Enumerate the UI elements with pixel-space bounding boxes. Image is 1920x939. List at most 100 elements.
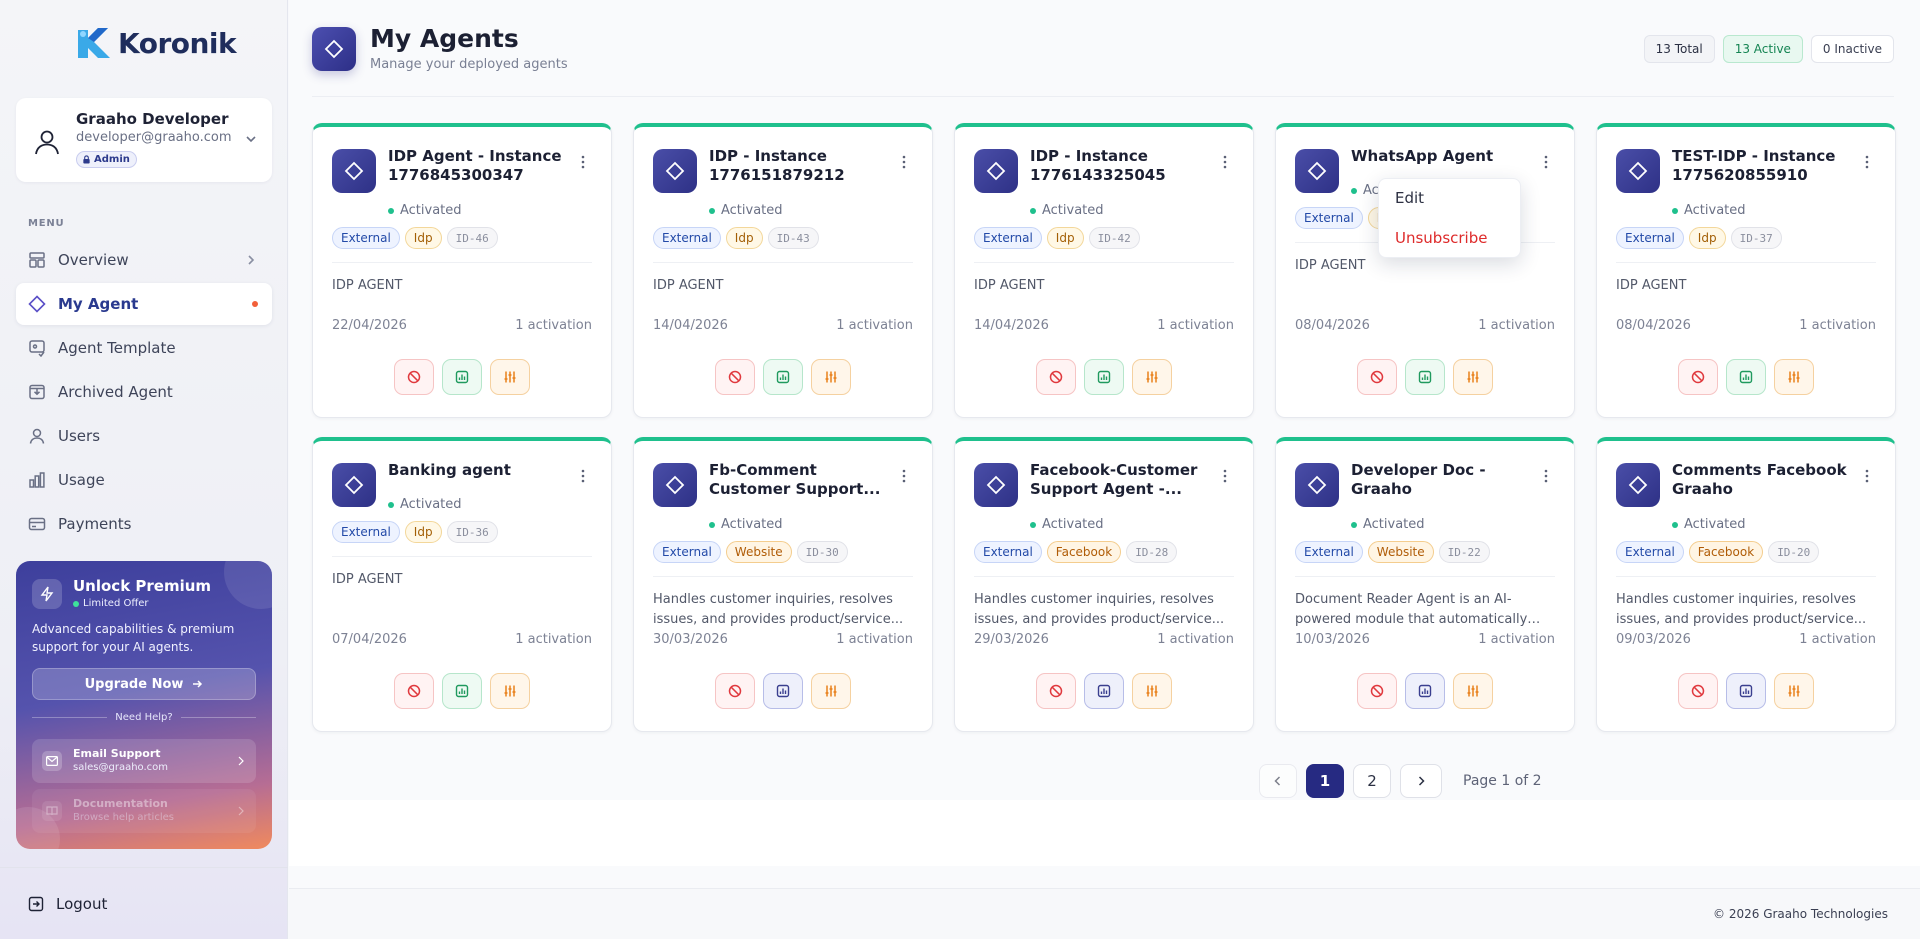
settings-button[interactable] — [1132, 673, 1172, 709]
agent-card[interactable]: Developer Doc - Graaho Activated Externa… — [1275, 437, 1575, 732]
analytics-button[interactable] — [1726, 359, 1766, 395]
sidebar-item-overview[interactable]: Overview — [16, 239, 272, 281]
card-actions — [313, 673, 611, 709]
settings-button[interactable] — [811, 673, 851, 709]
settings-button[interactable] — [811, 359, 851, 395]
logo[interactable]: Koronik — [74, 24, 237, 62]
card-divider — [332, 262, 592, 263]
more-vertical-icon[interactable] — [1544, 155, 1548, 169]
deactivate-button[interactable] — [394, 673, 434, 709]
analytics-icon — [776, 370, 790, 384]
more-vertical-icon[interactable] — [1865, 155, 1869, 169]
agent-description: Handles customer inquiries, resolves iss… — [653, 592, 904, 627]
agent-card[interactable]: Facebook-Customer Support Agent -... Act… — [954, 437, 1254, 732]
agent-date: 14/04/2026 — [653, 318, 728, 333]
agent-title: WhatsApp Agent — [1351, 147, 1494, 165]
deactivate-button[interactable] — [1036, 359, 1076, 395]
more-vertical-icon[interactable] — [581, 469, 585, 483]
deactivate-button[interactable] — [1678, 359, 1718, 395]
more-vertical-icon[interactable] — [1223, 155, 1227, 169]
prev-page-button[interactable] — [1259, 764, 1297, 798]
sidebar-item-label: Archived Agent — [58, 383, 173, 401]
logout-button[interactable]: Logout — [0, 867, 288, 939]
card-divider — [1616, 262, 1876, 263]
more-vertical-icon[interactable] — [1544, 469, 1548, 483]
more-vertical-icon[interactable] — [902, 155, 906, 169]
agent-id-tag: ID-42 — [1088, 227, 1140, 249]
analytics-button[interactable] — [1084, 359, 1124, 395]
settings-button[interactable] — [490, 359, 530, 395]
card-actions — [313, 359, 611, 395]
upgrade-now-button[interactable]: Upgrade Now — [32, 668, 256, 700]
page-2-button[interactable]: 2 — [1353, 764, 1391, 798]
analytics-button[interactable] — [763, 359, 803, 395]
agent-title: IDP - Instance 1776151879212 — [709, 147, 845, 184]
settings-button[interactable] — [1453, 359, 1493, 395]
agent-tags: External Idp ID-42 — [974, 227, 1140, 249]
user-email: developer@graaho.com — [76, 130, 232, 145]
activation-count: 1 activation — [1478, 318, 1555, 333]
role-badge: Admin — [76, 151, 137, 168]
page-diamond-icon — [312, 27, 356, 71]
status-badge: Activated — [1030, 517, 1104, 532]
more-vertical-icon[interactable] — [1865, 469, 1869, 483]
agent-card[interactable]: WhatsApp Agent Activated ExternalIdpID-3… — [1275, 123, 1575, 418]
settings-button[interactable] — [1132, 359, 1172, 395]
sidebar-item-usage[interactable]: Usage — [16, 459, 272, 501]
status-dot — [388, 501, 394, 508]
layout-icon — [29, 252, 45, 268]
deactivate-button[interactable] — [715, 673, 755, 709]
sidebar-nav: Overview My Agent Agent Template Archive… — [16, 239, 272, 547]
deactivate-button[interactable] — [1357, 359, 1397, 395]
edit-menu-item[interactable]: Edit — [1395, 189, 1424, 207]
agent-date: 14/04/2026 — [974, 318, 1049, 333]
settings-button[interactable] — [1453, 673, 1493, 709]
deactivate-button[interactable] — [394, 359, 434, 395]
agent-card[interactable]: Banking agent Activated External Idp ID-36… — [312, 437, 612, 732]
agent-title: Banking agent — [388, 461, 511, 479]
sliders-icon — [825, 685, 837, 697]
email-support-link[interactable]: Email Support sales@graaho.com — [32, 739, 256, 783]
sidebar-item-my-agent[interactable]: My Agent — [16, 283, 272, 325]
analytics-button[interactable] — [442, 359, 482, 395]
agent-card[interactable]: IDP Agent - Instance 1776845300347 Activ… — [312, 123, 612, 418]
agent-card[interactable]: IDP - Instance 1776143325045 Activated E… — [954, 123, 1254, 418]
analytics-button[interactable] — [1084, 673, 1124, 709]
next-page-button[interactable] — [1400, 764, 1442, 798]
analytics-button[interactable] — [763, 673, 803, 709]
settings-button[interactable] — [1774, 359, 1814, 395]
agent-diamond-icon — [653, 463, 697, 507]
card-divider — [332, 556, 592, 557]
settings-button[interactable] — [490, 673, 530, 709]
deactivate-button[interactable] — [1036, 673, 1076, 709]
deactivate-button[interactable] — [715, 359, 755, 395]
settings-button[interactable] — [1774, 673, 1814, 709]
deactivate-button[interactable] — [1357, 673, 1397, 709]
unsubscribe-menu-item[interactable]: Unsubscribe — [1395, 229, 1487, 247]
sidebar-item-agent-template[interactable]: Agent Template — [16, 327, 272, 369]
agent-card[interactable]: Fb-Comment Customer Support... Activated… — [633, 437, 933, 732]
agent-card[interactable]: TEST-IDP - Instance 1775620855910 Activa… — [1596, 123, 1896, 418]
chevron-down-icon[interactable] — [244, 132, 258, 146]
user-icon — [29, 428, 45, 444]
more-vertical-icon[interactable] — [581, 155, 585, 169]
agent-description: IDP AGENT — [974, 278, 1045, 293]
user-profile-card[interactable]: Graaho Developer developer@graaho.com Ad… — [16, 98, 272, 182]
sidebar-item-payments[interactable]: Payments — [16, 503, 272, 545]
documentation-link[interactable]: Documentation Browse help articles — [32, 789, 256, 833]
more-vertical-icon[interactable] — [902, 469, 906, 483]
analytics-button[interactable] — [442, 673, 482, 709]
need-help-label: Need Help? — [115, 712, 173, 723]
agent-card[interactable]: IDP - Instance 1776151879212 Activated E… — [633, 123, 933, 418]
analytics-button[interactable] — [1726, 673, 1766, 709]
analytics-button[interactable] — [1405, 359, 1445, 395]
agent-card[interactable]: Comments Facebook Graaho Activated Exter… — [1596, 437, 1896, 732]
more-vertical-icon[interactable] — [1223, 469, 1227, 483]
agent-description: IDP AGENT — [1295, 258, 1366, 273]
sidebar-item-users[interactable]: Users — [16, 415, 272, 457]
agent-diamond-icon — [974, 149, 1018, 193]
sidebar-item-archived-agent[interactable]: Archived Agent — [16, 371, 272, 413]
deactivate-button[interactable] — [1678, 673, 1718, 709]
analytics-button[interactable] — [1405, 673, 1445, 709]
page-1-button[interactable]: 1 — [1306, 764, 1344, 798]
